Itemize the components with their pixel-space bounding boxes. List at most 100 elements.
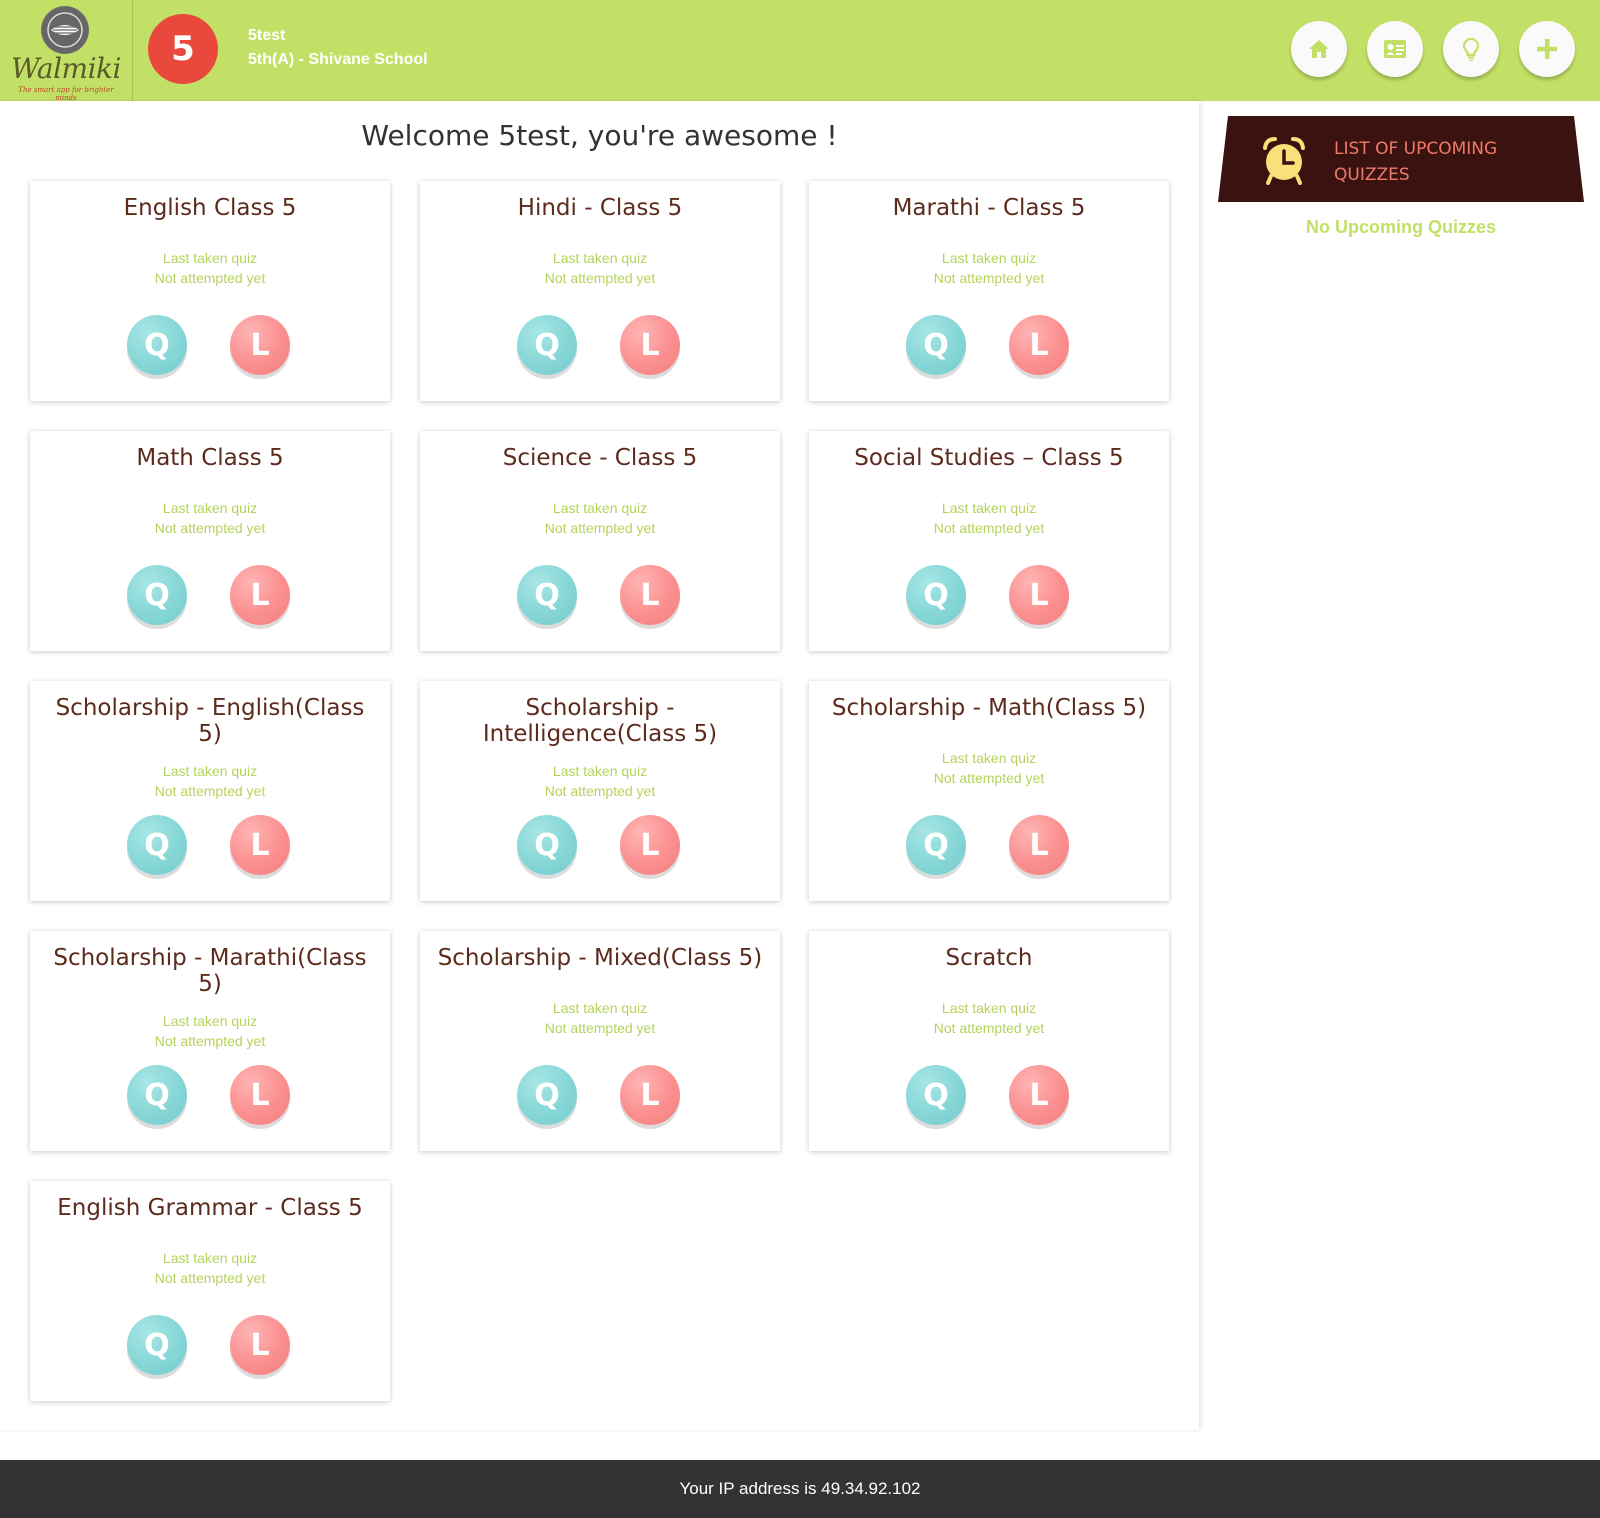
card-title: Scholarship - Intelligence(Class 5) <box>482 695 718 747</box>
no-upcoming-quizzes: No Upcoming Quizzes <box>1305 217 1496 237</box>
alarm-clock-icon <box>1263 137 1305 185</box>
quiz-status: Not attempted yet <box>933 770 1045 786</box>
learn-button[interactable]: L <box>1009 1065 1069 1125</box>
home-icon <box>1309 40 1329 58</box>
last-taken-label: Last taken quiz <box>552 250 648 266</box>
card-title: English Class 5 <box>123 195 297 221</box>
quiz-status: Not attempted yet <box>933 270 1045 286</box>
quiz-status: Not attempted yet <box>933 1020 1045 1036</box>
quiz-status: Not attempted yet <box>154 270 266 286</box>
upcoming-quizzes-title: LIST OF UPCOMING QUIZZES <box>1334 139 1498 185</box>
subject-card-social-studies[interactable]: Social Studies – Class 5 Last taken quiz… <box>809 431 1169 651</box>
last-taken-label: Last taken quiz <box>552 500 648 516</box>
card-title: Scholarship - English(Class 5) <box>55 695 365 747</box>
learn-button[interactable]: L <box>620 315 680 375</box>
quiz-button[interactable]: Q <box>906 565 966 625</box>
learn-button[interactable]: L <box>1009 815 1069 875</box>
footer-ip-address: Your IP address is 49.34.92.102 <box>0 1460 1600 1518</box>
last-taken-label: Last taken quiz <box>941 250 1037 266</box>
lightbulb-icon <box>1462 37 1480 61</box>
quiz-status: Not attempted yet <box>933 520 1045 536</box>
card-title: Scholarship - Math(Class 5) <box>831 695 1147 721</box>
last-taken-label: Last taken quiz <box>941 750 1037 766</box>
learn-button[interactable]: L <box>230 565 290 625</box>
card-title: Social Studies – Class 5 <box>854 445 1124 471</box>
card-title: Hindi - Class 5 <box>517 195 683 221</box>
quiz-status: Not attempted yet <box>154 1033 266 1049</box>
quiz-button[interactable]: Q <box>127 565 187 625</box>
card-title: Science - Class 5 <box>502 445 698 471</box>
subject-card-scholarship-math[interactable]: Scholarship - Math(Class 5) Last taken q… <box>809 681 1169 901</box>
logo[interactable]: Walmiki The smart app for brighter minds <box>0 0 133 102</box>
card-title: Marathi - Class 5 <box>892 195 1086 221</box>
learn-button[interactable]: L <box>620 565 680 625</box>
quiz-button[interactable]: Q <box>127 1315 187 1375</box>
quiz-status: Not attempted yet <box>154 1270 266 1286</box>
last-taken-label: Last taken quiz <box>552 763 648 779</box>
subject-card-scholarship-intelligence[interactable]: Scholarship - Intelligence(Class 5) Last… <box>420 681 780 901</box>
quiz-button[interactable]: Q <box>127 1065 187 1125</box>
quiz-button[interactable]: Q <box>906 1065 966 1125</box>
add-button[interactable] <box>1519 21 1575 77</box>
ideas-button[interactable] <box>1443 21 1499 77</box>
profile-button[interactable] <box>1367 21 1423 77</box>
subject-card-hindi[interactable]: Hindi - Class 5 Last taken quiz Not atte… <box>420 181 780 401</box>
subject-card-math[interactable]: Math Class 5 Last taken quiz Not attempt… <box>30 431 390 651</box>
quiz-button[interactable]: Q <box>517 565 577 625</box>
quiz-status: Not attempted yet <box>154 520 266 536</box>
subject-card-scratch[interactable]: Scratch Last taken quiz Not attempted ye… <box>809 931 1169 1151</box>
learn-button[interactable]: L <box>230 815 290 875</box>
last-taken-label: Last taken quiz <box>162 763 258 779</box>
learn-button[interactable]: L <box>230 315 290 375</box>
plus-icon <box>1537 39 1557 59</box>
quiz-status: Not attempted yet <box>544 783 656 799</box>
subject-card-science[interactable]: Science - Class 5 Last taken quiz Not at… <box>420 431 780 651</box>
logo-wordmark: Walmiki <box>11 52 121 85</box>
user-name: 5test <box>248 27 286 44</box>
learn-button[interactable]: L <box>230 1065 290 1125</box>
card-title: Scholarship - Marathi(Class 5) <box>53 945 367 997</box>
learn-button[interactable]: L <box>1009 315 1069 375</box>
welcome-message: Welcome 5test, you're awesome ! <box>361 119 838 152</box>
quiz-status: Not attempted yet <box>544 520 656 536</box>
quiz-button[interactable]: Q <box>127 815 187 875</box>
logo-emblem-icon <box>41 6 89 54</box>
last-taken-label: Last taken quiz <box>162 250 258 266</box>
home-button[interactable] <box>1291 21 1347 77</box>
learn-button[interactable]: L <box>1009 565 1069 625</box>
last-taken-label: Last taken quiz <box>941 1000 1037 1016</box>
quiz-button[interactable]: Q <box>517 815 577 875</box>
card-title: English Grammar - Class 5 <box>57 1195 363 1221</box>
last-taken-label: Last taken quiz <box>162 500 258 516</box>
last-taken-label: Last taken quiz <box>162 1250 258 1266</box>
card-title: Scholarship - Mixed(Class 5) <box>437 945 763 971</box>
last-taken-label: Last taken quiz <box>941 500 1037 516</box>
subject-card-scholarship-marathi[interactable]: Scholarship - Marathi(Class 5) Last take… <box>30 931 390 1151</box>
quiz-status: Not attempted yet <box>544 270 656 286</box>
main-content: Welcome 5test, you're awesome ! English … <box>0 101 1199 1430</box>
quiz-button[interactable]: Q <box>517 315 577 375</box>
learn-button[interactable]: L <box>620 815 680 875</box>
last-taken-label: Last taken quiz <box>552 1000 648 1016</box>
card-title: Scratch <box>945 945 1033 971</box>
quiz-button[interactable]: Q <box>127 315 187 375</box>
subject-card-english[interactable]: English Class 5 Last taken quiz Not atte… <box>30 181 390 401</box>
user-class-school: 5th(A) - Shivane School <box>248 51 428 68</box>
subject-card-scholarship-english[interactable]: Scholarship - English(Class 5) Last take… <box>30 681 390 901</box>
subject-card-english-grammar[interactable]: English Grammar - Class 5 Last taken qui… <box>30 1181 390 1401</box>
top-header: Walmiki The smart app for brighter minds… <box>0 0 1600 102</box>
quiz-status: Not attempted yet <box>154 783 266 799</box>
grade-badge: 5 <box>148 14 218 84</box>
quiz-button[interactable]: Q <box>906 815 966 875</box>
learn-button[interactable]: L <box>620 1065 680 1125</box>
quiz-button[interactable]: Q <box>517 1065 577 1125</box>
upcoming-quizzes-banner: LIST OF UPCOMING QUIZZES <box>1218 116 1584 204</box>
logo-tagline: The smart app for brighter minds <box>18 86 114 102</box>
subject-card-marathi[interactable]: Marathi - Class 5 Last taken quiz Not at… <box>809 181 1169 401</box>
profile-card-icon <box>1384 40 1406 58</box>
subject-card-scholarship-mixed[interactable]: Scholarship - Mixed(Class 5) Last taken … <box>420 931 780 1151</box>
quiz-button[interactable]: Q <box>906 315 966 375</box>
card-title: Math Class 5 <box>136 445 284 471</box>
last-taken-label: Last taken quiz <box>162 1013 258 1029</box>
learn-button[interactable]: L <box>230 1315 290 1375</box>
